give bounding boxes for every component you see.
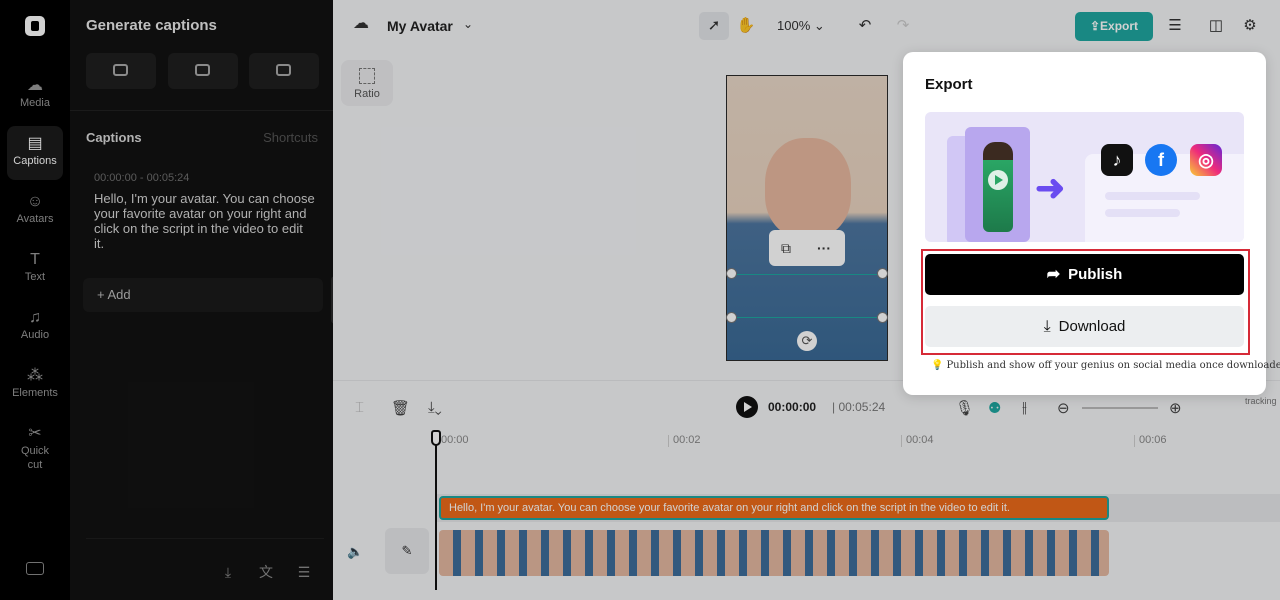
tip-text: Publish and show off your genius on soci… bbox=[946, 360, 1280, 371]
arrow-icon: ➜ bbox=[1035, 167, 1066, 208]
banner-line bbox=[1105, 209, 1180, 217]
export-tip: 💡 Publish and show off your genius on soc… bbox=[931, 360, 1280, 371]
publish-button[interactable]: ➦ Publish bbox=[925, 254, 1244, 295]
download-button[interactable]: ⤓ Download bbox=[925, 306, 1244, 347]
tiktok-icon: ♪ bbox=[1101, 144, 1133, 176]
export-banner: ➜ ♪ f ◎ bbox=[925, 112, 1244, 242]
download-icon: ⤓ bbox=[1043, 318, 1051, 335]
facebook-icon: f bbox=[1145, 144, 1177, 176]
download-label: Download bbox=[1058, 318, 1126, 335]
play-icon bbox=[988, 170, 1008, 190]
export-popup: Export ➜ ♪ f ◎ ➦ Publish ⤓ Download 💡 Publi… bbox=[903, 52, 1280, 395]
instagram-icon: ◎ bbox=[1190, 144, 1222, 176]
share-icon: ➦ bbox=[1046, 266, 1061, 283]
popup-title: Export bbox=[925, 76, 973, 93]
publish-label: Publish bbox=[1068, 266, 1123, 283]
banner-line bbox=[1105, 192, 1200, 200]
lightbulb-icon: 💡 bbox=[931, 360, 944, 371]
